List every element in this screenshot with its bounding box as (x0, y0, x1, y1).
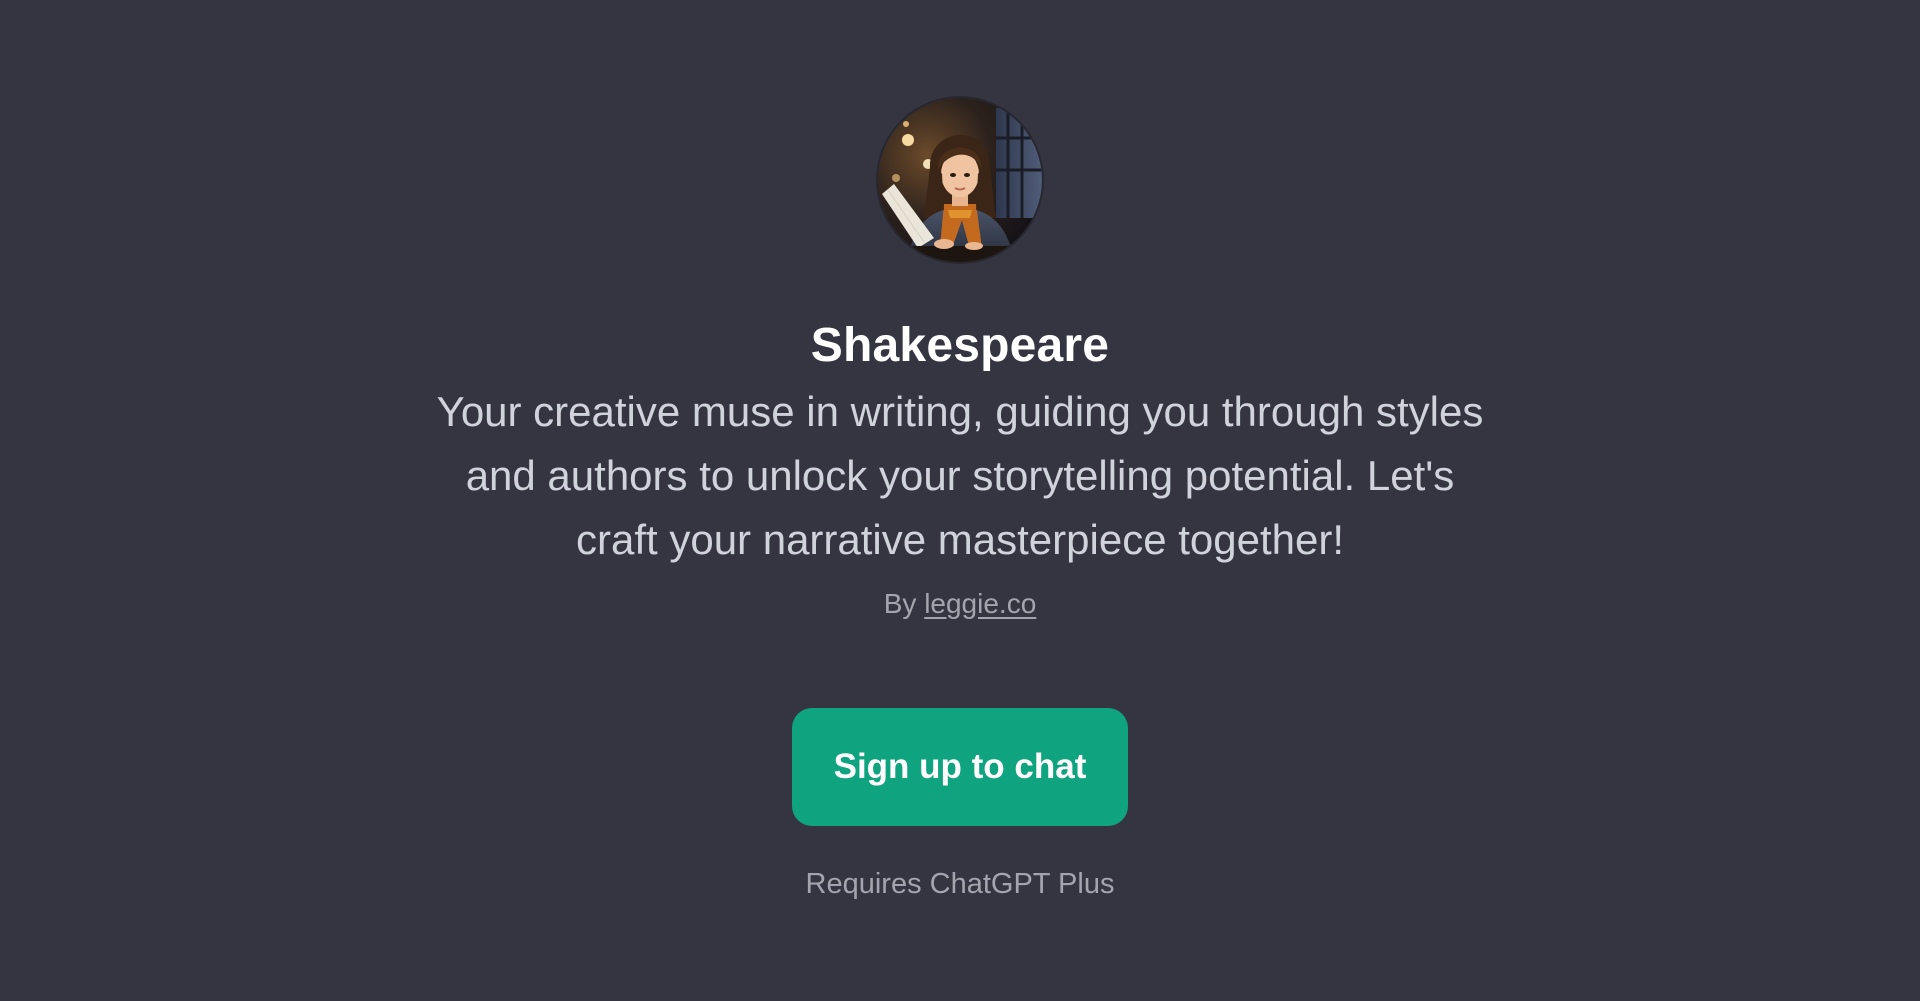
requirement-note: Requires ChatGPT Plus (805, 868, 1115, 900)
gpt-title: Shakespeare (810, 319, 1110, 372)
gpt-avatar (878, 98, 1042, 262)
avatar-portrait-image (878, 98, 1042, 262)
gpt-landing-page: Shakespeare Your creative muse in writin… (0, 0, 1920, 1001)
gpt-description: Your creative muse in writing, guiding y… (436, 388, 1484, 563)
author-byline: By leggie.co (884, 586, 1037, 622)
author-link[interactable]: leggie.co (924, 588, 1036, 619)
sign-up-to-chat-button[interactable]: Sign up to chat (792, 708, 1128, 826)
byline-prefix: By (883, 588, 917, 619)
